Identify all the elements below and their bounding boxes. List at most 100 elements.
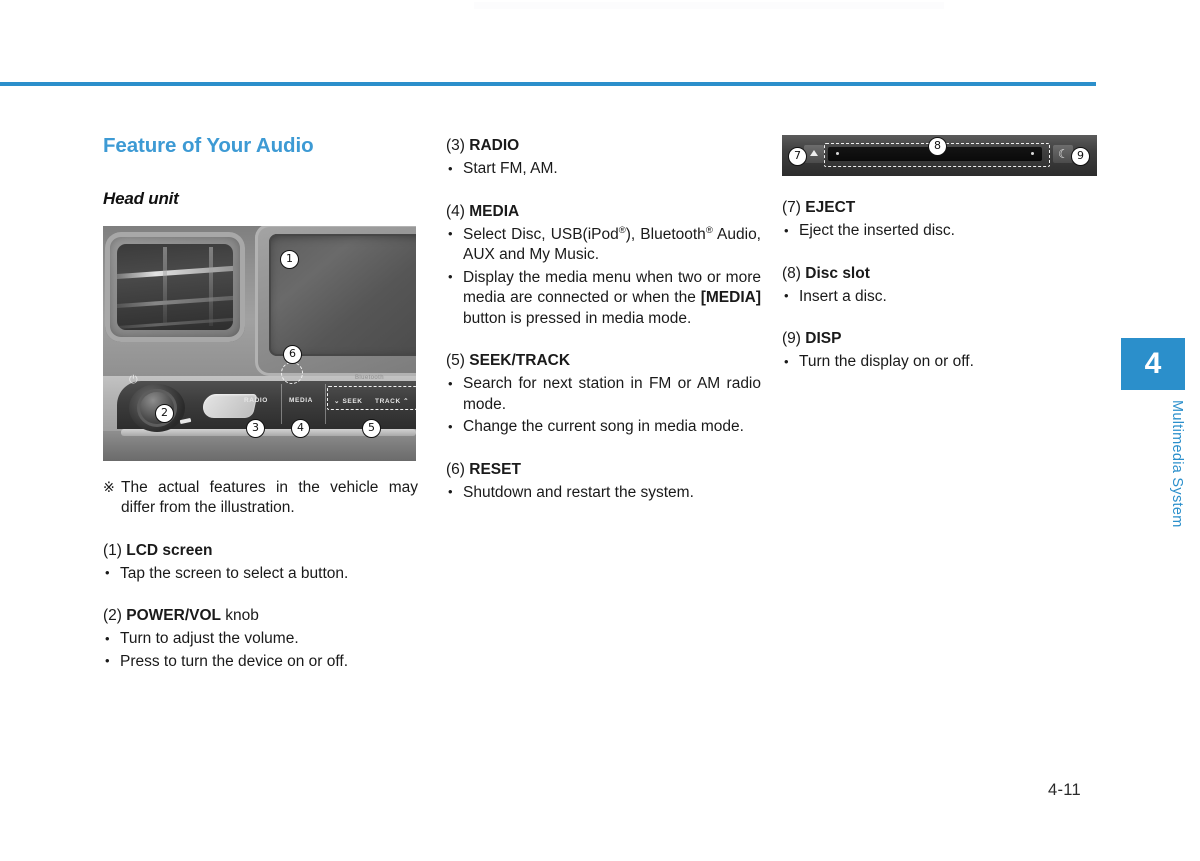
- disc-slot-illustration: ☾ 7 8 9: [782, 135, 1097, 176]
- list-item: (9) DISP Turn the display on or off.: [782, 328, 1100, 373]
- item-name: POWER/VOL: [126, 607, 221, 625]
- callout-4: 4: [291, 418, 310, 438]
- item-name: RADIO: [469, 137, 520, 154]
- item-bullets: Turn to adjust the volume. Press to turn…: [103, 629, 418, 672]
- item-number: (7): [782, 199, 801, 216]
- air-vent: [105, 231, 245, 342]
- radio-key-label: RADIO: [244, 396, 268, 404]
- bullet: Shutdown and restart the system.: [446, 482, 761, 504]
- item-name: DISP: [805, 330, 842, 347]
- eject-button: [804, 145, 824, 163]
- item-heading: (8) Disc slot: [782, 263, 1100, 284]
- item-name: MEDIA: [469, 202, 520, 220]
- bullet: Turn to adjust the volume.: [103, 629, 418, 650]
- header-rule: [0, 82, 1096, 86]
- bullet: Insert a disc.: [782, 286, 1100, 308]
- callout-5: 5: [362, 418, 381, 438]
- item-heading: (5) SEEK/TRACK: [446, 350, 761, 371]
- disp-button: ☾: [1053, 145, 1073, 163]
- illustration-note-text: The actual features in the vehicle may d…: [121, 478, 418, 517]
- bullet: Start FM, AM.: [446, 159, 761, 180]
- key-divider: [281, 383, 282, 424]
- bullet: Turn the display on or off.: [782, 352, 1100, 373]
- chapter-number-tab: 4: [1121, 338, 1185, 390]
- list-item: (4) MEDIA Select Disc, USB(iPod®), Bluet…: [446, 201, 761, 330]
- callout-7: 7: [788, 147, 807, 166]
- bullet: Tap the screen to select a button.: [103, 563, 418, 585]
- callout-2: 2: [155, 403, 174, 423]
- bluetooth-icon: Bluetooth: [355, 374, 384, 381]
- head-unit-illustration: ⏻ RADIO MEDIA ⌄ SEEK TRACK ⌃ Bluetooth 1…: [103, 225, 416, 461]
- bullet: Display the media menu when two or more …: [446, 267, 761, 330]
- bullet: Change the current song in media mode.: [446, 417, 761, 438]
- item-bullets: Eject the inserted disc.: [782, 221, 1100, 242]
- callout-1: 1: [280, 249, 299, 269]
- bullet: Eject the inserted disc.: [782, 221, 1100, 242]
- item-number: (5): [446, 352, 465, 369]
- item-bullets: Select Disc, USB(iPod®), Bluetooth® Audi…: [446, 224, 761, 330]
- item-heading: (2) POWER/VOL knob: [103, 605, 418, 626]
- item-heading: (4) MEDIA: [446, 201, 761, 222]
- vent-blade: [117, 295, 233, 309]
- list-item: (6) RESET Shutdown and restart the syste…: [446, 459, 761, 504]
- page-title: Feature of Your Audio: [103, 134, 314, 157]
- item-name: SEEK/TRACK: [469, 352, 571, 369]
- media-key-label: MEDIA: [289, 396, 313, 404]
- vent-rib: [163, 246, 167, 327]
- vent-blade: [117, 317, 233, 330]
- callout-6: 6: [283, 344, 302, 364]
- item-heading: (1) LCD screen: [103, 540, 418, 561]
- item-heading: (6) RESET: [446, 459, 761, 480]
- bullet: Select Disc, USB(iPod®), Bluetooth® Audi…: [446, 224, 761, 266]
- item-number: (1): [103, 541, 122, 559]
- subsection-title: Head unit: [103, 188, 179, 208]
- item-name: Disc slot: [805, 264, 870, 282]
- middle-column: (3) RADIO Start FM, AM. (4) MEDIA Select…: [446, 135, 761, 505]
- reference-mark-icon: ※: [103, 479, 115, 496]
- reset-callout-box: [281, 361, 303, 384]
- list-item: (8) Disc slot Insert a disc.: [782, 263, 1100, 308]
- callout-9: 9: [1071, 147, 1090, 166]
- item-number: (9): [782, 330, 801, 347]
- list-item: (5) SEEK/TRACK Search for next station i…: [446, 350, 761, 438]
- left-column: Feature of Your Audio Head unit ⏻ RADIO …: [103, 134, 418, 674]
- eject-icon: [810, 150, 818, 156]
- air-vent-louvers: [117, 243, 233, 330]
- item-name: RESET: [469, 460, 521, 478]
- item-bullets: Turn the display on or off.: [782, 352, 1100, 373]
- item-suffix: knob: [221, 607, 259, 625]
- chapter-name-label: Multimedia System: [1169, 400, 1185, 528]
- list-item: (3) RADIO Start FM, AM.: [446, 135, 761, 180]
- item-name: LCD screen: [126, 541, 213, 559]
- page-number: 4-11: [1048, 781, 1081, 799]
- item-bullets: Start FM, AM.: [446, 159, 761, 180]
- list-item: (1) LCD screen Tap the screen to select …: [103, 540, 418, 585]
- illustration-note: ※ The actual features in the vehicle may…: [103, 478, 418, 519]
- right-column: ☾ 7 8 9 (7) EJECT Eject the inserted dis…: [782, 135, 1100, 375]
- callout-3: 3: [246, 418, 265, 438]
- scan-artifact: [474, 2, 944, 9]
- item-bullets: Insert a disc.: [782, 286, 1100, 308]
- key-divider: [325, 383, 326, 424]
- item-number: (2): [103, 607, 122, 625]
- item-number: (8): [782, 264, 801, 282]
- item-name: EJECT: [805, 199, 856, 216]
- power-icon: ⏻: [129, 373, 138, 386]
- item-bullets: Tap the screen to select a button.: [103, 563, 418, 585]
- item-heading: (9) DISP: [782, 328, 1100, 349]
- seek-track-callout-box: [327, 385, 416, 410]
- list-item: (2) POWER/VOL knob Turn to adjust the vo…: [103, 605, 418, 672]
- bullet: Press to turn the device on or off.: [103, 651, 418, 673]
- crescent-icon: ☾: [1058, 147, 1069, 161]
- vent-blade: [117, 265, 233, 280]
- vent-rib: [209, 246, 213, 327]
- bullet: Search for next station in FM or AM radi…: [446, 374, 761, 415]
- item-number: (6): [446, 460, 465, 478]
- item-bullets: Shutdown and restart the system.: [446, 482, 761, 504]
- item-heading: (3) RADIO: [446, 135, 761, 156]
- callout-8: 8: [928, 137, 947, 156]
- item-number: (3): [446, 137, 465, 154]
- item-heading: (7) EJECT: [782, 197, 1100, 218]
- item-number: (4): [446, 202, 465, 220]
- list-item: (7) EJECT Eject the inserted disc.: [782, 197, 1100, 242]
